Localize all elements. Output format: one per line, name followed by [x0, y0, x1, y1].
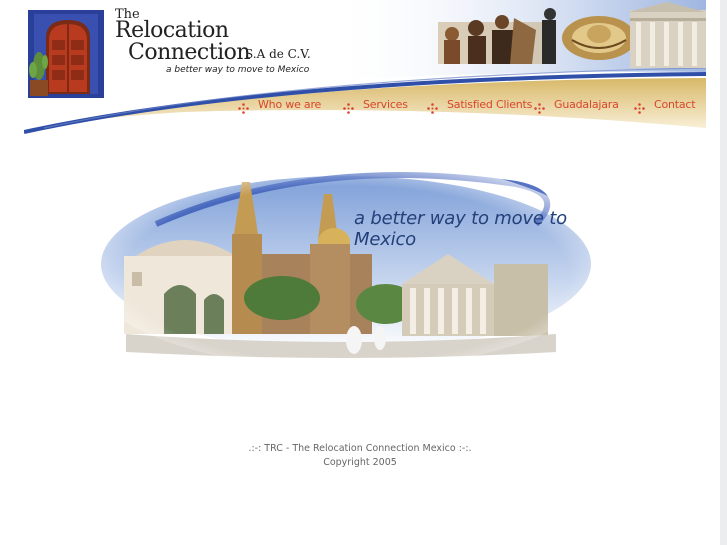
nav-label: Contact: [654, 97, 696, 111]
header: The Relocation Connection S.A de C.V. a …: [24, 0, 706, 138]
ornament-cross-icon: [238, 99, 249, 114]
sombrero-photo: [562, 16, 636, 60]
banner-tagline: a better way to move to Mexico: [354, 208, 567, 250]
guadalajara-landmarks-photo: [81, 159, 611, 369]
nav-item-guadalajara[interactable]: Guadalajara: [534, 94, 619, 114]
palace-photo: [628, 2, 706, 68]
nav-item-services[interactable]: Services: [343, 94, 408, 114]
footer-site-line: .:-: TRC - The Relocation Connection Mex…: [248, 443, 472, 454]
ornament-cross-icon: [343, 99, 354, 114]
door-logo-icon[interactable]: [28, 10, 104, 98]
ornament-cross-icon: [634, 99, 645, 114]
nav-item-who-we-are[interactable]: Who we are: [238, 94, 321, 114]
nav-item-contact[interactable]: Contact: [634, 94, 696, 114]
nav-label: Guadalajara: [554, 97, 619, 111]
page: The Relocation Connection S.A de C.V. a …: [0, 0, 727, 545]
ornament-cross-icon: [427, 99, 438, 114]
guadalajara-banner: a better way to move to Mexico: [81, 159, 622, 369]
footer: .:-: TRC - The Relocation Connection Mex…: [0, 442, 720, 470]
nav-label: Satisfied Clients: [447, 97, 533, 111]
scrollbar[interactable]: [720, 0, 727, 545]
ornament-cross-icon: [534, 99, 545, 114]
brand-name-line2: Connection: [128, 40, 251, 65]
brand-suffix: S.A de C.V.: [245, 47, 311, 61]
nav-label: Services: [363, 97, 408, 111]
nav-item-satisfied-clients[interactable]: Satisfied Clients: [427, 94, 532, 114]
footer-copyright: Copyright 2005: [323, 457, 397, 468]
brand-tagline: a better way to move to Mexico: [166, 65, 310, 75]
nav-label: Who we are: [258, 97, 322, 111]
